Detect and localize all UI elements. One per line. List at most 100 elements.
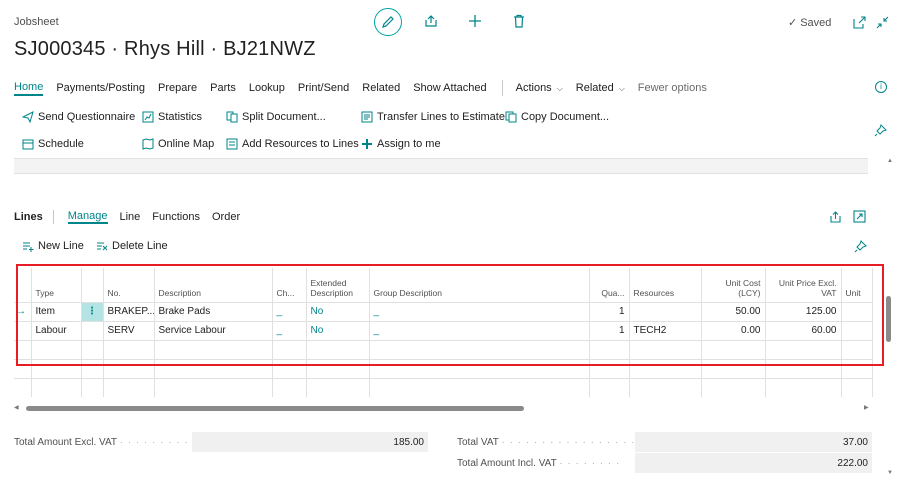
empty-cell bbox=[272, 377, 307, 397]
expand-icon bbox=[853, 210, 866, 223]
pin-icon bbox=[874, 124, 887, 137]
lines-pin-button[interactable] bbox=[854, 240, 867, 256]
menu-parts[interactable]: Parts bbox=[210, 82, 236, 94]
share-icon bbox=[830, 211, 841, 223]
scroll-left-arrow-icon[interactable]: ◀ bbox=[14, 404, 19, 411]
menu-related-label: Related bbox=[575, 82, 614, 94]
share-button[interactable] bbox=[422, 12, 440, 30]
schedule-label: Schedule bbox=[38, 138, 84, 150]
transfer-icon bbox=[361, 111, 373, 123]
chevron-down-icon: ⌵ bbox=[556, 84, 563, 93]
delete-button[interactable] bbox=[510, 12, 528, 30]
statistics-label: Statistics bbox=[158, 111, 203, 123]
copy-document-button[interactable]: Copy Document... bbox=[505, 111, 609, 123]
action-menubar: Home Payments/Posting Prepare Parts Look… bbox=[14, 80, 720, 96]
tab-manage[interactable]: Manage bbox=[67, 210, 108, 224]
copy-icon bbox=[505, 111, 517, 123]
new-line-label: New Line bbox=[38, 240, 84, 252]
info-icon[interactable]: i bbox=[875, 81, 887, 93]
delete-line-button[interactable]: Delete Line bbox=[96, 240, 168, 252]
pin-button[interactable] bbox=[874, 124, 887, 140]
transfer-lines-button[interactable]: Transfer Lines to Estimate bbox=[361, 111, 505, 123]
empty-cell bbox=[103, 377, 155, 397]
empty-cell bbox=[369, 377, 590, 397]
menu-lookup[interactable]: Lookup bbox=[249, 82, 285, 94]
menu-print-send[interactable]: Print/Send bbox=[298, 82, 349, 94]
highlight-box bbox=[16, 264, 884, 366]
menu-payments-posting[interactable]: Payments/Posting bbox=[56, 82, 145, 94]
open-new-window-button[interactable] bbox=[850, 13, 868, 31]
menu-home[interactable]: Home bbox=[14, 81, 44, 96]
vertical-scrollbar[interactable]: ▲ ▼ bbox=[884, 158, 893, 476]
vertical-scrollbar-thumb[interactable] bbox=[886, 296, 891, 342]
split-document-icon bbox=[226, 111, 238, 123]
collapse-icon bbox=[876, 16, 888, 28]
scroll-up-arrow-icon[interactable]: ▲ bbox=[887, 158, 893, 164]
copy-document-label: Copy Document... bbox=[521, 111, 610, 123]
menu-related[interactable]: Related bbox=[362, 82, 400, 94]
menu-separator bbox=[501, 80, 503, 96]
page-title: SJ000345 · Rhys Hill · BJ21NWZ bbox=[14, 38, 316, 60]
new-button[interactable] bbox=[466, 12, 484, 30]
tab-line[interactable]: Line bbox=[120, 211, 141, 223]
trash-icon bbox=[514, 14, 524, 28]
menu-show-attached[interactable]: Show Attached bbox=[413, 82, 486, 94]
horizontal-scrollbar-thumb[interactable] bbox=[26, 406, 524, 411]
statistics-button[interactable]: Statistics bbox=[142, 111, 202, 123]
plus-icon bbox=[362, 139, 372, 149]
scroll-right-arrow-icon[interactable]: ▶ bbox=[864, 404, 869, 411]
total-vat-label: Total VAT · · · · · · · · · · · · · · · … bbox=[457, 437, 652, 448]
total-incl-vat-label: Total Amount Incl. VAT · · · · · · · · bbox=[457, 458, 621, 469]
empty-cell bbox=[306, 377, 370, 397]
pencil-icon bbox=[382, 16, 394, 28]
empty-cell bbox=[154, 377, 273, 397]
online-map-button[interactable]: Online Map bbox=[142, 138, 214, 150]
pin-icon bbox=[854, 240, 867, 253]
empty-cell bbox=[701, 377, 766, 397]
total-incl-vat-text: Total Amount Incl. VAT bbox=[457, 458, 557, 469]
assign-to-me-button[interactable]: Assign to me bbox=[361, 138, 441, 150]
empty-cell bbox=[765, 377, 842, 397]
split-document-button[interactable]: Split Document... bbox=[226, 111, 326, 123]
online-map-label: Online Map bbox=[158, 138, 215, 150]
menu-actions[interactable]: Actions ⌵ bbox=[516, 82, 563, 94]
statistics-icon bbox=[142, 111, 154, 123]
lines-expand-button[interactable] bbox=[853, 210, 866, 226]
scroll-down-arrow-icon[interactable]: ▼ bbox=[887, 470, 893, 476]
new-line-icon bbox=[23, 242, 34, 252]
tab-order[interactable]: Order bbox=[212, 211, 240, 223]
save-status: ✓ Saved bbox=[788, 16, 832, 30]
menu-prepare[interactable]: Prepare bbox=[158, 82, 197, 94]
edit-button[interactable] bbox=[374, 8, 402, 36]
lines-title: Lines bbox=[14, 211, 43, 223]
add-resources-button[interactable]: Add Resources to Lines bbox=[226, 138, 359, 150]
add-resources-icon bbox=[226, 138, 238, 150]
table-row-empty[interactable] bbox=[14, 377, 873, 397]
split-document-label: Split Document... bbox=[242, 111, 326, 123]
tab-functions[interactable]: Functions bbox=[152, 211, 200, 223]
lines-separator bbox=[52, 210, 54, 224]
menu-actions-label: Actions bbox=[515, 82, 552, 94]
schedule-button[interactable]: Schedule bbox=[22, 138, 84, 150]
plus-icon bbox=[469, 15, 481, 27]
section-divider bbox=[14, 158, 868, 174]
horizontal-scrollbar[interactable]: ◀ ▶ bbox=[14, 403, 872, 413]
send-questionnaire-label: Send Questionnaire bbox=[38, 111, 136, 123]
checkmark-icon: ✓ bbox=[788, 17, 798, 29]
lines-header: Lines Manage Line Functions Order bbox=[14, 210, 252, 224]
send-questionnaire-button[interactable]: Send Questionnaire bbox=[22, 111, 135, 123]
menu-fewer-options[interactable]: Fewer options bbox=[638, 82, 707, 94]
send-icon bbox=[22, 111, 34, 123]
new-line-button[interactable]: New Line bbox=[22, 240, 84, 252]
empty-cell bbox=[31, 377, 82, 397]
collapse-button[interactable] bbox=[873, 13, 891, 31]
menu-related-dropdown[interactable]: Related ⌵ bbox=[576, 82, 625, 94]
total-excl-vat-text: Total Amount Excl. VAT bbox=[14, 437, 117, 448]
lines-share-button[interactable] bbox=[829, 210, 842, 226]
transfer-lines-label: Transfer Lines to Estimate bbox=[377, 111, 505, 123]
saved-label: Saved bbox=[800, 16, 832, 29]
empty-cell bbox=[589, 377, 630, 397]
chevron-down-icon: ⌵ bbox=[618, 84, 625, 93]
document-kind: Jobsheet bbox=[14, 16, 59, 28]
total-excl-vat-value: 185.00 bbox=[192, 432, 428, 452]
